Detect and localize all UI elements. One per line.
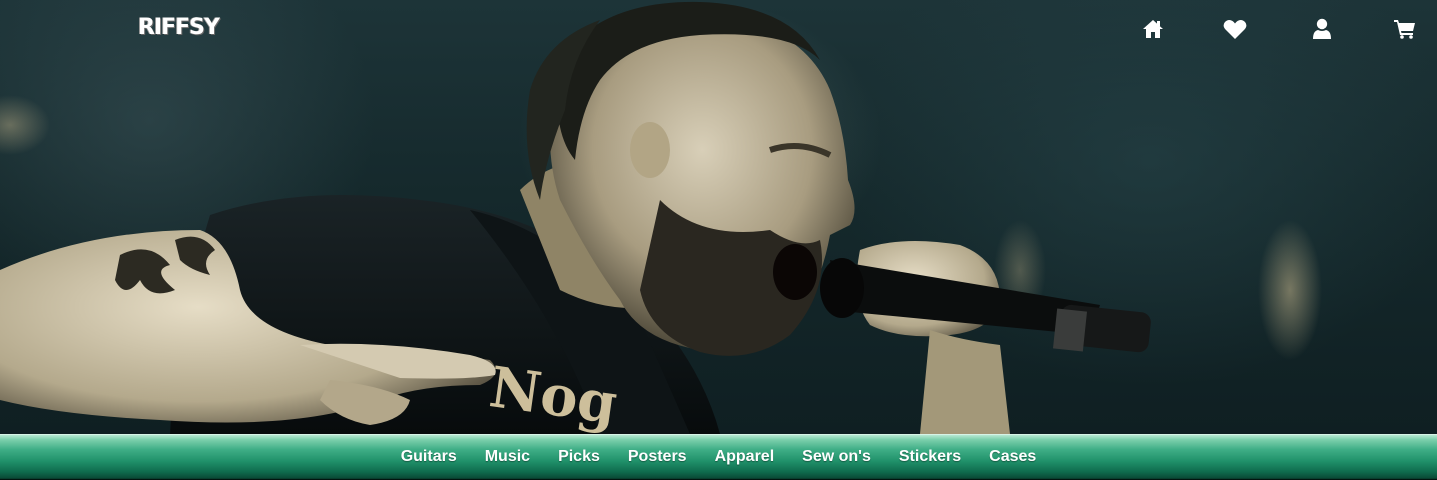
- singer-photo: Nog: [0, 1, 1322, 434]
- favorites-button[interactable]: [1222, 16, 1248, 42]
- account-button[interactable]: [1309, 16, 1335, 42]
- user-icon: [1313, 18, 1331, 39]
- nav-item-guitars[interactable]: Guitars: [387, 434, 471, 480]
- header-icon-bar: [1140, 16, 1420, 44]
- nav-item-cases[interactable]: Cases: [975, 434, 1050, 480]
- logo-text: RIFFSY: [138, 14, 220, 40]
- nav-item-apparel[interactable]: Apparel: [701, 434, 789, 480]
- hero-banner: Nog: [0, 0, 1437, 434]
- nav-item-posters[interactable]: Posters: [614, 434, 701, 480]
- nav-item-picks[interactable]: Picks: [544, 434, 614, 480]
- heart-icon: [1223, 19, 1247, 39]
- nav-item-stickers[interactable]: Stickers: [885, 434, 975, 480]
- nav-item-music[interactable]: Music: [471, 434, 544, 480]
- category-nav-list: Guitars Music Picks Posters Apparel Sew …: [0, 435, 1437, 480]
- page: Nog RIFFSY Guitars Music Picks Posters A…: [0, 0, 1437, 480]
- category-nav-bar: Guitars Music Picks Posters Apparel Sew …: [0, 434, 1437, 480]
- cart-button[interactable]: [1392, 16, 1418, 42]
- home-icon: [1143, 20, 1163, 38]
- nav-item-sew-ons[interactable]: Sew on's: [788, 434, 885, 480]
- site-logo[interactable]: RIFFSY: [138, 11, 220, 43]
- cart-icon: [1394, 20, 1415, 39]
- home-button[interactable]: [1140, 16, 1166, 42]
